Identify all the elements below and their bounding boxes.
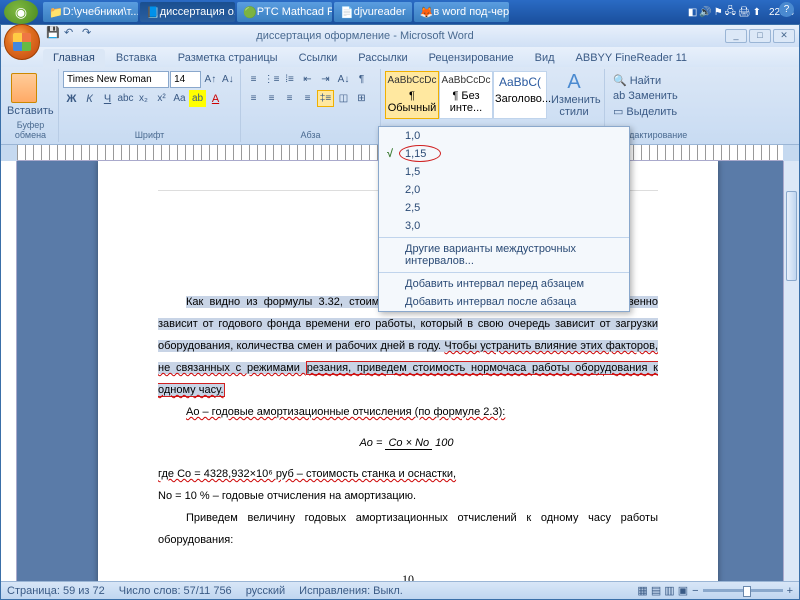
os-taskbar: ◉ 📁D:\учебники\т... 📘диссертация о... 🟢P…	[0, 0, 800, 24]
spacing-option[interactable]: 2,0	[379, 181, 629, 199]
minimize-button[interactable]: _	[725, 29, 747, 43]
vertical-scrollbar[interactable]	[783, 161, 799, 581]
taskbar-item[interactable]: 🟢PTC Mathcad Pri...	[237, 2, 332, 22]
word-window: 💾 ↶ ↷ диссертация оформление - Microsoft…	[0, 24, 800, 600]
formula[interactable]: Aо = Cо × Nо100	[158, 429, 658, 457]
font-size-combo[interactable]: 14	[170, 71, 201, 88]
indent-right-button[interactable]: ⇥	[317, 71, 334, 88]
align-left-button[interactable]: ≡	[245, 90, 262, 107]
bullets-button[interactable]: ≡	[245, 71, 262, 88]
subscript-button[interactable]: x₂	[135, 90, 152, 107]
word-count[interactable]: Число слов: 57/11 756	[119, 585, 232, 597]
change-styles-button[interactable]: A Изменить стили	[551, 71, 597, 119]
paste-button[interactable]: Вставить	[7, 71, 41, 117]
case-button[interactable]: Aa	[171, 90, 188, 107]
close-button[interactable]: ✕	[773, 29, 795, 43]
replace-button[interactable]: abЗаменить	[611, 89, 695, 103]
spacing-option[interactable]: 2,5	[379, 199, 629, 217]
search-icon: 🔍	[613, 74, 627, 87]
language-indicator[interactable]: русский	[246, 585, 285, 597]
shrink-font-icon[interactable]: A↓	[220, 71, 236, 88]
ribbon-tabs: Главная Вставка Разметка страницы Ссылки…	[1, 47, 799, 67]
style-normal[interactable]: AaBbCcDc¶ Обычный	[385, 71, 439, 119]
view-buttons[interactable]: ▦ ▤ ▥ ▣	[637, 584, 688, 597]
align-right-button[interactable]: ≡	[281, 90, 298, 107]
superscript-button[interactable]: x²	[153, 90, 170, 107]
tab-review[interactable]: Рецензирование	[419, 49, 524, 67]
tab-references[interactable]: Ссылки	[289, 49, 348, 67]
document-body[interactable]: Как видно из формулы 3.32, стоимость нор…	[158, 291, 658, 581]
style-nospacing[interactable]: AaBbCcDc¶ Без инте...	[439, 71, 493, 119]
grow-font-icon[interactable]: A↑	[202, 71, 218, 88]
tab-layout[interactable]: Разметка страницы	[168, 49, 288, 67]
tab-view[interactable]: Вид	[525, 49, 565, 67]
spacing-option-selected[interactable]: 1,15	[379, 145, 629, 163]
tab-insert[interactable]: Вставка	[106, 49, 167, 67]
styles-gallery[interactable]: AaBbCcDc¶ Обычный AaBbCcDc¶ Без инте... …	[385, 71, 547, 119]
numbering-button[interactable]: ⋮≡	[263, 71, 280, 88]
shading-button[interactable]: ◫	[335, 90, 352, 107]
titlebar: диссертация оформление - Microsoft Word …	[1, 25, 799, 47]
style-heading[interactable]: AaBbC(Заголово...	[493, 71, 547, 119]
font-color-button[interactable]: A	[207, 90, 224, 107]
track-changes-indicator[interactable]: Исправления: Выкл.	[299, 585, 403, 597]
strike-button[interactable]: abc	[117, 90, 134, 107]
vertical-ruler[interactable]	[1, 161, 17, 581]
help-icon[interactable]: ?	[779, 2, 794, 17]
italic-button[interactable]: К	[81, 90, 98, 107]
zoom-control[interactable]: ▦ ▤ ▥ ▣ −+	[637, 584, 793, 597]
font-name-combo[interactable]: Times New Roman	[63, 71, 169, 88]
show-marks-button[interactable]: ¶	[353, 71, 370, 88]
page-indicator[interactable]: Страница: 59 из 72	[7, 585, 105, 597]
start-button[interactable]: ◉	[4, 0, 38, 24]
window-title: диссертация оформление - Microsoft Word	[5, 30, 725, 42]
select-button[interactable]: ▭Выделить	[611, 104, 695, 119]
taskbar-item[interactable]: 📁D:\учебники\т...	[43, 2, 138, 22]
save-icon[interactable]: 💾	[46, 26, 60, 40]
cursor-icon: ▭	[613, 105, 623, 118]
office-button[interactable]	[4, 24, 40, 60]
scrollbar-thumb[interactable]	[786, 191, 797, 281]
spacing-option[interactable]: 1,5	[379, 163, 629, 181]
clipboard-icon	[11, 73, 37, 103]
replace-icon: ab	[613, 90, 625, 102]
undo-icon[interactable]: ↶	[64, 26, 78, 40]
sort-button[interactable]: A↓	[335, 71, 352, 88]
taskbar-item[interactable]: 📄djvureader	[334, 2, 412, 22]
align-center-button[interactable]: ≡	[263, 90, 280, 107]
quick-access-toolbar: 💾 ↶ ↷	[46, 26, 96, 40]
zoom-slider[interactable]	[703, 589, 783, 592]
line-spacing-button[interactable]: ‡≡	[317, 90, 334, 107]
multilevel-button[interactable]: ⁞≡	[281, 71, 298, 88]
tab-abbyy[interactable]: ABBYY FineReader 11	[566, 49, 698, 67]
line-spacing-dropdown: 1,0 1,15 1,5 2,0 2,5 3,0 Другие варианты…	[378, 126, 630, 312]
page-number: 10	[158, 567, 658, 581]
spacing-option[interactable]: 3,0	[379, 217, 629, 235]
justify-button[interactable]: ≡	[299, 90, 316, 107]
spacing-more-options[interactable]: Другие варианты междустрочных интервалов…	[379, 240, 629, 270]
statusbar: Страница: 59 из 72 Число слов: 57/11 756…	[1, 581, 799, 599]
add-space-after[interactable]: Добавить интервал после абзаца	[379, 293, 629, 311]
borders-button[interactable]: ⊞	[353, 90, 370, 107]
taskbar-item[interactable]: 📘диссертация о...	[140, 2, 235, 22]
tab-home[interactable]: Главная	[43, 49, 105, 67]
taskbar-item[interactable]: 🦊в word под-черк...	[414, 2, 509, 22]
highlight-button[interactable]: ab	[189, 90, 206, 107]
redo-icon[interactable]: ↷	[82, 26, 96, 40]
bold-button[interactable]: Ж	[63, 90, 80, 107]
spacing-option[interactable]: 1,0	[379, 127, 629, 145]
maximize-button[interactable]: □	[749, 29, 771, 43]
tab-mailings[interactable]: Рассылки	[348, 49, 417, 67]
underline-button[interactable]: Ч	[99, 90, 116, 107]
add-space-before[interactable]: Добавить интервал перед абзацем	[379, 275, 629, 293]
find-button[interactable]: 🔍Найти	[611, 73, 695, 88]
indent-left-button[interactable]: ⇤	[299, 71, 316, 88]
